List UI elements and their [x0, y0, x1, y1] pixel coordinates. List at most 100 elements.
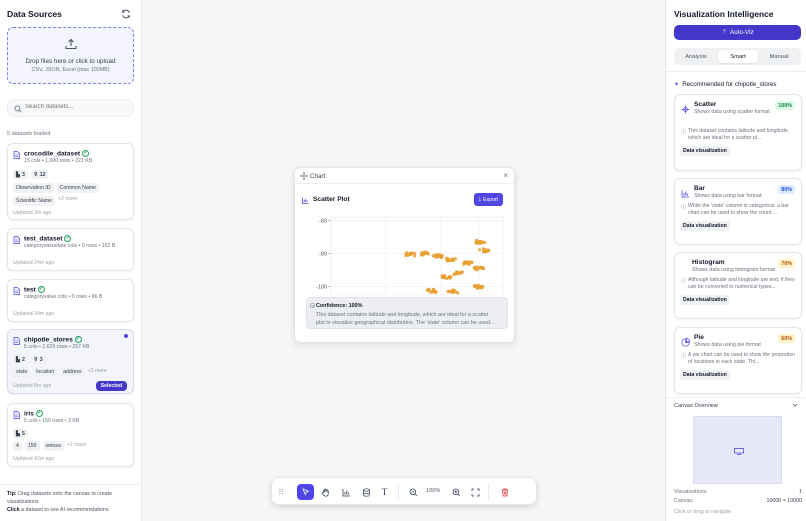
recommendation-card-pie[interactable]: Pie 60% Shows data using pie format ⓘ A p… [674, 327, 802, 394]
explanation-line: plot to visualize geographical distribut… [316, 320, 495, 326]
filter-icon: ⊽ [33, 356, 38, 363]
upload-text: Drop files here or click to upload [25, 58, 116, 65]
visualization-panel: Visualization Intelligence ⚚ Auto-Viz Ana… [665, 0, 806, 521]
rec-name: Pie [694, 334, 704, 341]
zoom-out-button[interactable] [405, 484, 422, 500]
check-icon: ✓ [81, 150, 89, 157]
panel-divider [666, 71, 806, 72]
bar-chart-icon [342, 488, 350, 496]
chart-window-header[interactable]: Chart × [295, 168, 514, 184]
file-icon [13, 236, 20, 244]
fit-view-button[interactable] [467, 484, 484, 500]
info-icon: ⓘ [681, 278, 687, 284]
chevron-down-icon[interactable] [792, 402, 798, 408]
tab-analysis[interactable]: Analysis [676, 50, 716, 63]
rec-name: Scatter [694, 101, 717, 108]
nav-hint: Click or drag to navigate [674, 509, 732, 515]
filter-count-chip: ⊽ 12 [30, 170, 49, 180]
dataset-card-test-dataset[interactable]: test_dataset ✓ categoryvaluedate cols • … [7, 228, 134, 271]
dataset-meta: 15 cols • 1,000 rows • 221 KB [24, 158, 93, 164]
y-tick-label: -100 [316, 285, 327, 291]
data-visualization-button[interactable]: Data visualization [680, 295, 730, 305]
scatter-point [475, 286, 479, 290]
check-icon: ✓ [35, 410, 43, 417]
scatter-icon [681, 105, 690, 114]
dataset-card-chipotle[interactable]: chipotle_stores ✓ 5 cols • 2,629 rows • … [7, 329, 134, 394]
scatter-point [466, 261, 470, 265]
data-visualization-button[interactable]: Data visualization [680, 221, 730, 231]
search-input[interactable] [25, 104, 125, 110]
dataset-card-iris[interactable]: iris ✓ 5 cols • 150 rows • 3 KB ▙ 5 4 150… [7, 403, 134, 467]
recommendation-card-bar[interactable]: Bar 80% Shows data using bar format ⓘ Whi… [674, 178, 802, 245]
stat-value: 10000 × 10000 [766, 498, 803, 504]
updated-time: Updated 34m ago [13, 311, 55, 317]
dataset-meta: 5 cols • 150 rows • 3 KB [24, 418, 80, 424]
column-tag: 150 [24, 441, 40, 451]
toolbar-separator [398, 485, 399, 499]
pan-tool-button[interactable] [317, 484, 334, 500]
delete-button[interactable] [496, 484, 513, 500]
move-icon[interactable] [300, 172, 308, 180]
zoom-in-button[interactable] [448, 484, 465, 500]
scatter-point [442, 274, 447, 278]
upload-dropzone[interactable]: Drop files here or click to upload CSV, … [7, 27, 134, 84]
fullscreen-icon [471, 488, 480, 496]
drag-handle-icon[interactable]: ⠿ [277, 484, 285, 500]
panel-title: Data Sources [7, 9, 62, 19]
filter-count-chip: ⊽ 3 [30, 355, 46, 365]
y-tick-label: -80 [319, 252, 327, 258]
chart-count-chip: ▙ 2 [13, 355, 28, 365]
y-tick-label: -60 [319, 218, 327, 224]
scatter-point [481, 284, 485, 288]
scatter-point [481, 267, 485, 271]
text-tool-button[interactable]: T [376, 484, 393, 500]
recommended-header: ✦ Recommended for chipotle_stores [674, 81, 777, 88]
dataset-name: iris ✓ [24, 410, 43, 418]
tab-smart[interactable]: Smart [718, 50, 758, 63]
scatter-point [430, 289, 435, 293]
scatter-point [482, 250, 486, 254]
file-icon [13, 287, 20, 295]
data-tool-button[interactable] [358, 484, 375, 500]
canvas-minimap[interactable] [693, 416, 782, 484]
close-icon[interactable]: × [503, 171, 508, 180]
scatter-point [483, 240, 487, 245]
rec-name: Bar [694, 185, 705, 192]
rec-reason: ⓘ A pie chart can be used to show the pro… [681, 352, 795, 365]
dataset-name: chipotle_stores ✓ [24, 336, 82, 344]
tip-text: Tip: Drag datasets onto the canvas to cr… [7, 491, 113, 513]
column-tag: location [33, 367, 58, 377]
tab-manual[interactable]: Manual [759, 50, 799, 63]
scatter-point [472, 284, 477, 288]
scatter-point [447, 289, 451, 293]
mode-tabs: Analysis Smart Manual [674, 48, 801, 65]
export-button[interactable]: ⤓ Export [473, 193, 503, 206]
rec-subtitle: Shows data using scatter format [694, 109, 770, 115]
dataset-meta: categoryvalue cols • 0 rows • 96 B [24, 294, 103, 300]
trash-icon [501, 488, 508, 496]
chart-tool-button[interactable] [338, 484, 355, 500]
toolbar-separator [488, 485, 489, 499]
recommendation-card-histogram[interactable]: Histogram 70% Shows data using histogram… [674, 252, 802, 319]
select-tool-button[interactable] [297, 484, 314, 500]
scatter-point [423, 250, 427, 254]
chart-window[interactable]: Chart × Scatter Plot ⤓ Export -60 -80 -100 … [294, 167, 515, 343]
dataset-card-test[interactable]: test ✓ categoryvalue cols • 0 rows • 96 … [7, 279, 134, 322]
dataset-name: test ✓ [24, 286, 45, 294]
upload-formats: CSV, JSON, Excel (max 100MB) [31, 67, 110, 73]
dataset-card-crocodile[interactable]: crocodile_dataset ✓ 15 cols • 1,000 rows… [7, 143, 134, 220]
scatter-point [409, 252, 413, 256]
panel-title: Visualization Intelligence [674, 9, 774, 19]
scatter-point [473, 265, 477, 269]
scatter-plot: -60 -80 -100 [316, 216, 504, 295]
data-visualization-button[interactable]: Data visualization [680, 370, 730, 380]
recommendation-card-scatter[interactable]: Scatter 100% Shows data using scatter fo… [674, 94, 802, 171]
stat-label: Visualizations: [674, 489, 708, 495]
refresh-icon[interactable] [121, 9, 131, 19]
rec-subtitle: Shows data using pie format [694, 342, 761, 348]
confidence-box: Confidence: 100% This dataset contains l… [306, 297, 508, 329]
rec-reason: ⓘ Although latitude and longitude are tex… [681, 277, 795, 290]
auto-viz-button[interactable]: ⚚ Auto-Viz [674, 25, 801, 40]
updated-time: Updated 24m ago [13, 260, 55, 266]
data-visualization-button[interactable]: Data visualization [680, 146, 730, 156]
